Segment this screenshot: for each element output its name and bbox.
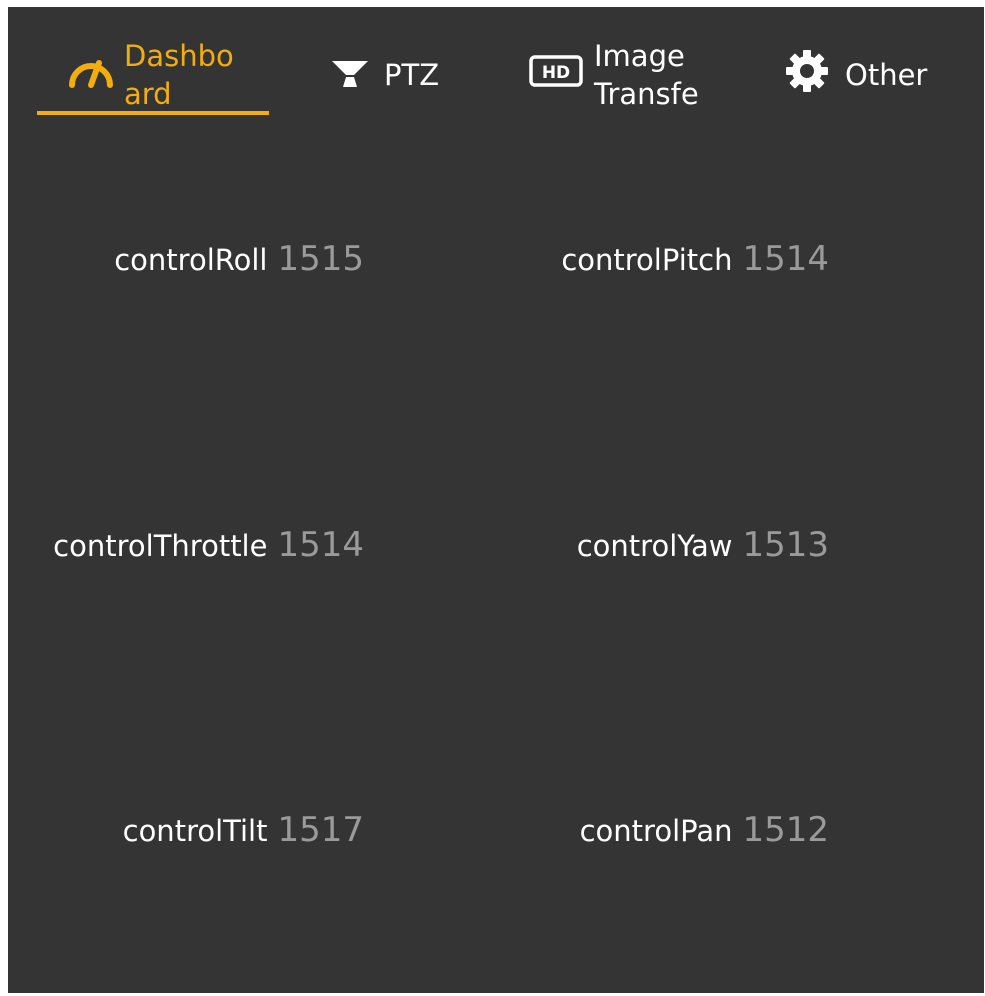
svg-text:HD: HD xyxy=(542,63,570,83)
control-tilt-value: 1517 xyxy=(277,810,364,850)
active-tab-indicator xyxy=(37,111,269,115)
control-throttle-value: 1514 xyxy=(277,525,364,565)
control-pan-label: controlPan xyxy=(579,814,733,848)
gear-icon xyxy=(783,47,831,104)
tab-dashboard-label: Dashbo ard xyxy=(124,39,234,111)
dashboard-panel: Dashbo ard PTZ HD Image Transfe Other co… xyxy=(8,7,984,993)
control-pan-item: controlPan 1512 xyxy=(580,810,829,850)
tab-ptz[interactable]: PTZ xyxy=(328,35,439,115)
control-roll-value: 1515 xyxy=(277,239,364,279)
control-tilt-item: controlTilt 1517 xyxy=(123,810,364,850)
tab-other-label: Other xyxy=(845,58,928,92)
gimbal-icon xyxy=(328,51,372,100)
speedometer-icon xyxy=(66,51,116,100)
control-yaw-value: 1513 xyxy=(742,525,829,565)
control-yaw-label: controlYaw xyxy=(576,529,733,563)
control-throttle-label: controlThrottle xyxy=(53,529,268,563)
hd-icon: HD xyxy=(528,53,584,98)
tab-image-transfer[interactable]: HD Image Transfe xyxy=(528,35,714,115)
control-pan-value: 1512 xyxy=(742,810,829,850)
control-roll-label: controlRoll xyxy=(114,243,268,277)
tab-ptz-label: PTZ xyxy=(384,58,440,92)
control-tilt-label: controlTilt xyxy=(122,814,268,848)
control-pitch-value: 1514 xyxy=(742,239,829,279)
tab-image-transfer-label: Image Transfe xyxy=(594,39,699,111)
control-pitch-item: controlPitch 1514 xyxy=(561,239,829,279)
control-roll-item: controlRoll 1515 xyxy=(114,239,364,279)
tab-dashboard[interactable]: Dashbo ard xyxy=(66,35,240,115)
control-yaw-item: controlYaw 1513 xyxy=(577,525,829,565)
tab-other[interactable]: Other xyxy=(783,35,927,115)
control-throttle-item: controlThrottle 1514 xyxy=(53,525,364,565)
control-pitch-label: controlPitch xyxy=(561,243,733,277)
